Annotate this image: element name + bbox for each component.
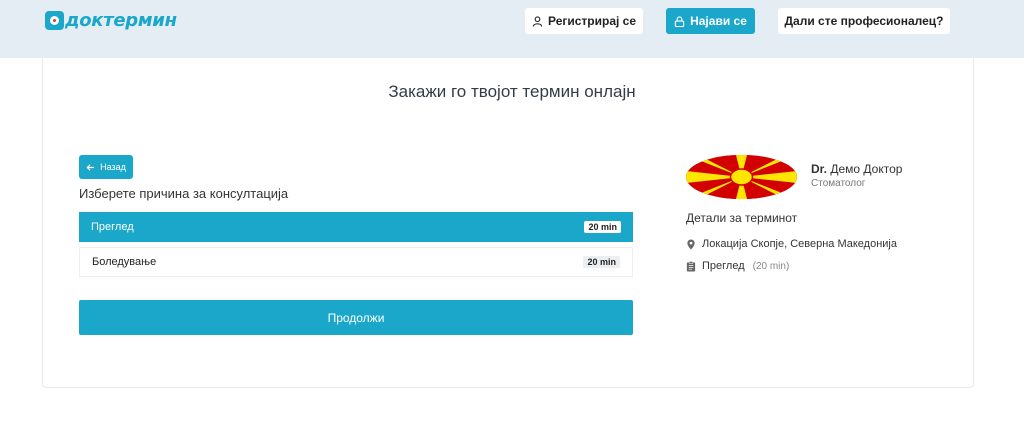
login-label: Најави се — [690, 14, 747, 28]
duration-badge: 20 min — [583, 256, 620, 268]
appointment-duration: (20 min) — [752, 260, 790, 272]
logo[interactable]: доктермин — [45, 10, 177, 31]
register-button[interactable]: Регистрирај се — [525, 8, 643, 34]
location-row: Локација Скопје, Северна Македонија — [686, 238, 897, 250]
reason-option-boleduvanje[interactable]: Боледување 20 min — [79, 247, 633, 277]
professional-label: Дали сте професионалец? — [784, 14, 944, 28]
page-title: Закажи го твојот термин онлајн — [388, 82, 636, 101]
back-button[interactable]: Назад — [79, 155, 133, 179]
header-bar: доктермин Регистрирај се Најави се Дали … — [0, 0, 1024, 58]
register-label: Регистрирај се — [547, 14, 637, 28]
location-text: Локација Скопје, Северна Македонија — [702, 238, 897, 250]
doctor-specialty: Стоматолог — [811, 178, 866, 189]
doctor-name-text: Демо Доктор — [830, 162, 903, 176]
arrow-left-icon — [86, 163, 95, 171]
reason-option-pregled[interactable]: Преглед 20 min — [79, 212, 633, 242]
clipboard-icon — [686, 260, 696, 272]
reason-label: Преглед — [91, 221, 134, 233]
flag-image — [686, 155, 797, 199]
user-icon — [532, 15, 543, 27]
logo-text: доктермин — [65, 10, 177, 31]
logo-icon — [45, 11, 64, 30]
map-pin-icon — [687, 238, 695, 250]
doctor-name: Dr. Демо Доктор — [811, 162, 902, 176]
back-label: Назад — [100, 162, 126, 172]
continue-button[interactable]: Продолжи — [79, 300, 633, 335]
reason-heading: Изберете причина за консултација — [79, 186, 289, 201]
reason-label: Боледување — [92, 256, 157, 268]
appointment-type-row: Преглед (20 min) — [686, 260, 789, 272]
duration-badge: 20 min — [584, 221, 621, 233]
appointment-type: Преглед — [702, 260, 745, 272]
doctor-prefix: Dr. — [811, 162, 828, 176]
login-button[interactable]: Најави се — [666, 8, 755, 34]
details-heading: Детали за терминот — [686, 211, 798, 225]
professional-button[interactable]: Дали сте професионалец? — [778, 8, 950, 34]
doctor-avatar — [686, 155, 797, 199]
lock-icon — [674, 15, 685, 27]
